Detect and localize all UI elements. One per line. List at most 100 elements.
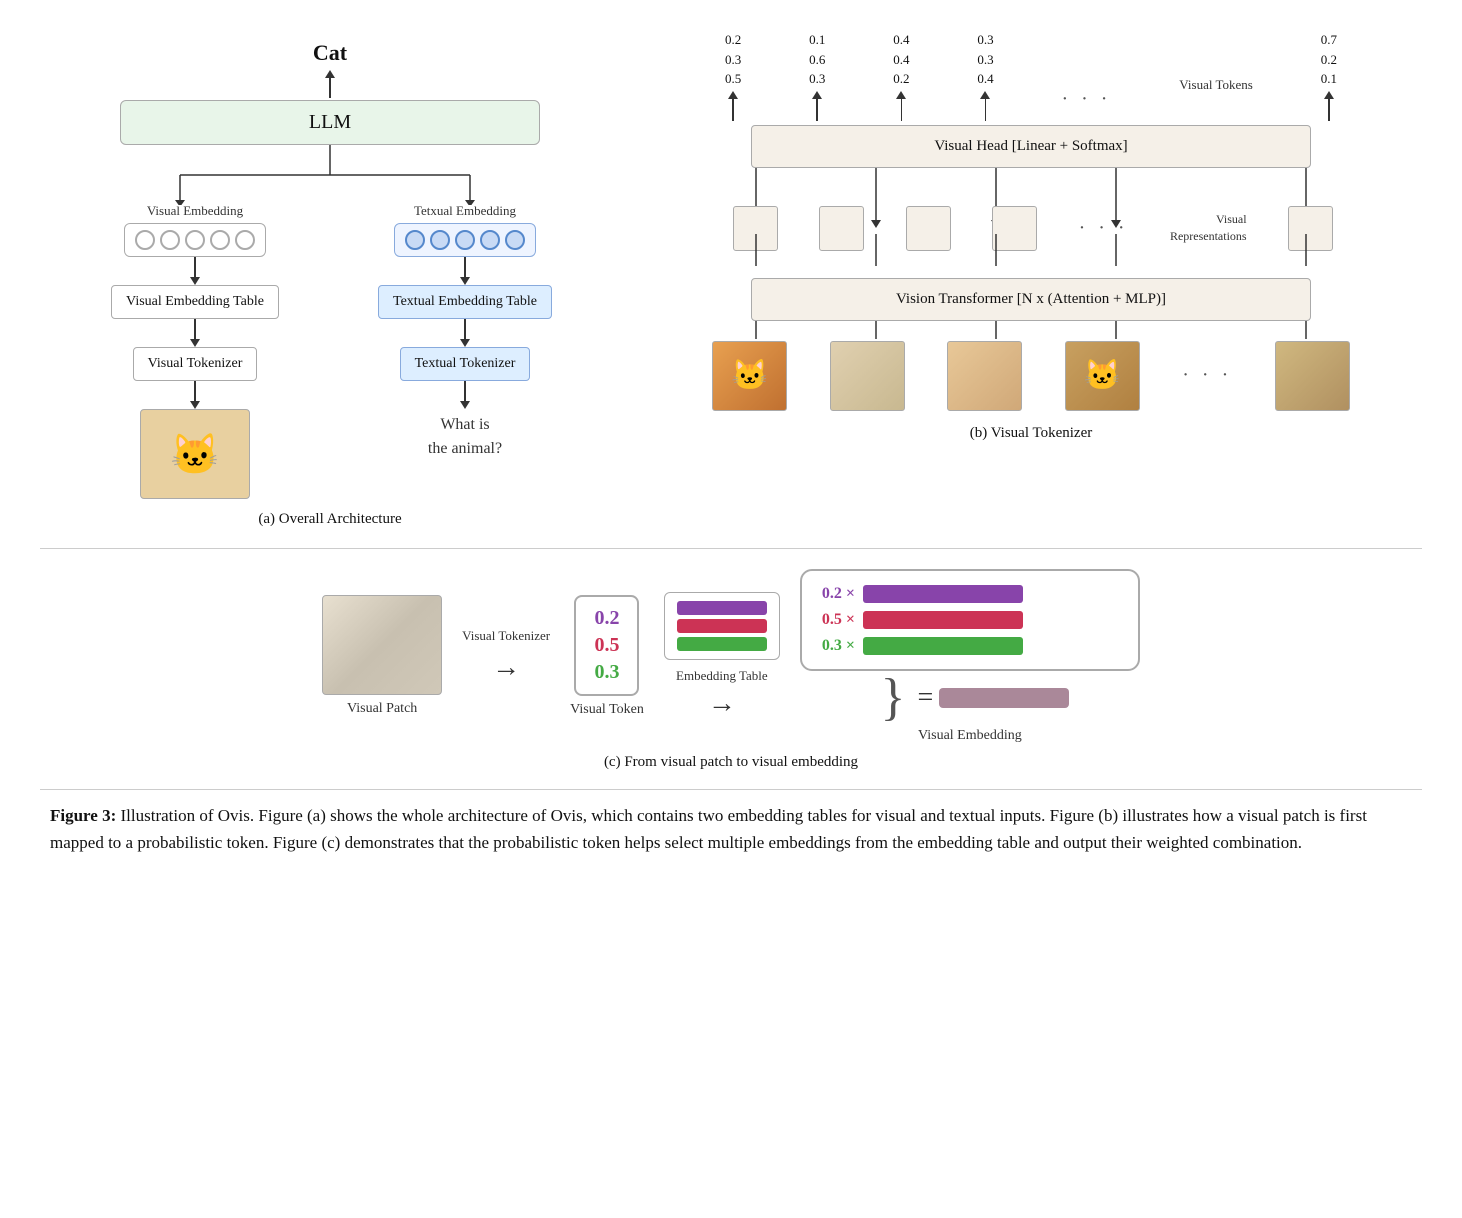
embed-row-1: 0.2 × xyxy=(822,585,1023,603)
arrow-tet-to-tt xyxy=(460,319,470,347)
figure-caption: Figure 3: Illustration of Ovis. Figure (… xyxy=(40,789,1422,856)
embed-table-label: Embedding Table xyxy=(676,668,768,684)
bcircle4 xyxy=(480,230,500,250)
circle5 xyxy=(235,230,255,250)
main-container: Cat LLM xyxy=(40,30,1422,856)
visual-patch-col: Visual Patch xyxy=(322,595,442,717)
token-val-5: 0.70.20.1 xyxy=(1321,30,1337,89)
figure-caption-bold: Figure 3: xyxy=(50,806,116,825)
vt-arrow-col: Visual Tokenizer → xyxy=(462,628,550,684)
circle4 xyxy=(210,230,230,250)
long-bar-green xyxy=(863,637,1023,655)
arrow-tok5-up xyxy=(1324,91,1334,121)
patch-2 xyxy=(830,341,905,411)
tok-val-green: 0.3 xyxy=(594,661,619,684)
visual-embed-box: 0.2 × 0.5 × 0.3 × xyxy=(800,569,1140,671)
panel-b-caption: (b) Visual Tokenizer xyxy=(970,425,1092,442)
bar-red xyxy=(677,619,767,633)
visual-tokens-label: Visual Tokens xyxy=(1179,77,1253,121)
visual-embedding-label: Visual Embedding xyxy=(147,203,243,219)
question-text: What isthe animal? xyxy=(428,413,502,461)
arrow-tok2-up xyxy=(812,91,822,121)
vit-to-patches-arrows xyxy=(691,321,1371,341)
brace-right: } xyxy=(880,675,905,722)
two-cols: Visual Embedding xyxy=(90,203,570,499)
token-box-c: 0.2 0.5 0.3 xyxy=(574,595,639,696)
coeff-green: 0.3 × xyxy=(822,637,855,655)
panel-c: Visual Patch Visual Tokenizer → 0.2 0.5 … xyxy=(40,548,1422,771)
visual-embedding-label-c: Visual Embedding xyxy=(918,728,1022,744)
long-bar-red xyxy=(863,611,1023,629)
panel-b: 0.20.30.5 0.10.60.3 xyxy=(640,30,1422,442)
arrow-tok1-up xyxy=(728,91,738,121)
arrow-tt-to-q xyxy=(460,381,470,409)
visual-embed-col: 0.2 × 0.5 × 0.3 × } xyxy=(800,569,1140,744)
dots-mid: · · · xyxy=(1061,88,1111,121)
panel-c-inner: Visual Patch Visual Tokenizer → 0.2 0.5 … xyxy=(322,569,1140,744)
token-col-2: 0.10.60.3 xyxy=(809,30,825,121)
tok-val-red: 0.5 xyxy=(594,634,619,657)
coeff-purple: 0.2 × xyxy=(822,585,855,603)
bar-green xyxy=(677,637,767,651)
equals-sign: = xyxy=(917,682,933,714)
vit-box: Vision Transformer [N x (Attention + MLP… xyxy=(751,278,1311,321)
token-val-3: 0.40.40.2 xyxy=(893,30,909,89)
token-val-2: 0.10.60.3 xyxy=(809,30,825,89)
embed-table-area: Embedding Table xyxy=(664,592,780,684)
bcircle2 xyxy=(430,230,450,250)
cat-image: 🐱 xyxy=(140,409,250,499)
circle2 xyxy=(160,230,180,250)
token-col-4: 0.30.30.4 xyxy=(977,30,993,121)
token-col-5: 0.70.20.1 xyxy=(1321,30,1337,121)
vt-arrow-label: Visual Tokenizer xyxy=(462,628,550,644)
textual-embedding-label: Tetxual Embedding xyxy=(414,203,516,219)
embed-table-col: Embedding Table → xyxy=(664,592,780,720)
bcircle3 xyxy=(455,230,475,250)
embed-row-3: 0.3 × xyxy=(822,637,1023,655)
textual-tokenizer-box: Textual Tokenizer xyxy=(400,347,531,381)
visual-head-box: Visual Head [Linear + Softmax] xyxy=(751,125,1311,168)
llm-box: LLM xyxy=(120,100,540,145)
bcircle5 xyxy=(505,230,525,250)
bar-purple xyxy=(677,601,767,615)
visual-embedding-table: Visual Embedding Table xyxy=(111,285,279,319)
result-row: } = xyxy=(870,675,1069,722)
arrow-right-2: → xyxy=(708,688,736,720)
arrow-te-to-tet xyxy=(460,257,470,285)
patch-3 xyxy=(947,341,1022,411)
dots-patches: · · · xyxy=(1182,364,1232,387)
arrow-vet-to-vt xyxy=(190,319,200,347)
token-col-1: 0.20.30.5 xyxy=(725,30,741,121)
token-col-3: 0.40.40.2 xyxy=(893,30,909,121)
patch-1: 🐱 xyxy=(712,341,787,411)
result-bar xyxy=(939,688,1069,708)
arrow-right-1: → xyxy=(492,652,520,684)
cat-label: Cat xyxy=(313,40,347,66)
embed-row-2: 0.5 × xyxy=(822,611,1023,629)
figure-caption-text: Illustration of Ovis. Figure (a) shows t… xyxy=(50,806,1367,852)
col-textual: Tetxual Embedding xyxy=(360,203,570,461)
visual-patch-label: Visual Patch xyxy=(347,701,417,717)
patch-4: 🐱 xyxy=(1065,341,1140,411)
arrow-ve-to-vet xyxy=(190,257,200,285)
token-col-c: 0.2 0.5 0.3 Visual Token xyxy=(570,595,644,718)
sq-to-vit-arrows xyxy=(691,234,1371,274)
long-bar-purple xyxy=(863,585,1023,603)
visual-patch-img xyxy=(322,595,442,695)
arrow-tok3-up xyxy=(896,91,906,121)
visual-circles xyxy=(124,223,266,257)
coeff-red: 0.5 × xyxy=(822,611,855,629)
top-row: Cat LLM xyxy=(40,30,1422,538)
token-val-1: 0.20.30.5 xyxy=(725,30,741,89)
panel-a: Cat LLM xyxy=(40,30,620,528)
llm-to-cols-connector xyxy=(90,145,570,205)
token-val-4: 0.30.30.4 xyxy=(977,30,993,89)
circle3 xyxy=(185,230,205,250)
col-visual: Visual Embedding xyxy=(90,203,300,499)
visual-token-label: Visual Token xyxy=(570,702,644,718)
arrow-cat-to-llm xyxy=(325,70,335,98)
panel-c-caption: (c) From visual patch to visual embeddin… xyxy=(604,754,858,771)
panel-a-inner: Cat LLM xyxy=(60,40,600,528)
visual-tokenizer-box: Visual Tokenizer xyxy=(133,347,258,381)
patch-5 xyxy=(1275,341,1350,411)
